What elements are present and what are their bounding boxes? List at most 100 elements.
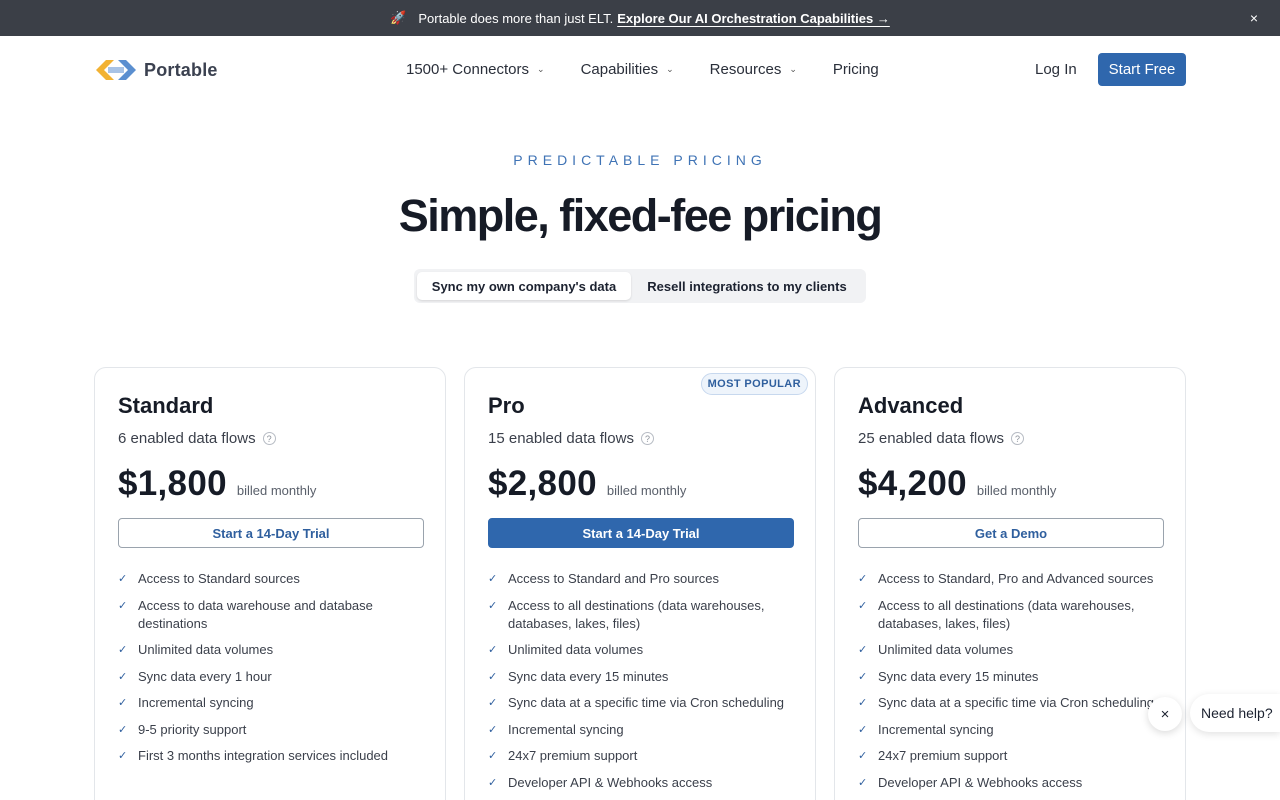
list-item: ✓ Sync data at a specific time via Cron s… xyxy=(488,694,808,712)
flows-label: 25 enabled data flows xyxy=(858,430,1004,447)
billing-period: billed monthly xyxy=(976,483,1057,498)
list-item: ✓ Access to Standard, Pro and Advanced so… xyxy=(858,570,1178,588)
help-icon[interactable]: ? xyxy=(1010,432,1024,445)
toggle-own-data[interactable]: Sync my own company's data xyxy=(417,272,631,300)
list-item: ✓ Access to Standard sources xyxy=(118,570,438,588)
eyebrow-text: PREDICTABLE PRICING xyxy=(513,152,767,168)
list-item: ✓ Sync data every 1 hour xyxy=(118,668,438,686)
check-icon: ✓ xyxy=(118,573,128,585)
check-icon: ✓ xyxy=(858,599,868,612)
list-item: ✓ Unlimited data volumes xyxy=(488,641,808,659)
check-icon: ✓ xyxy=(118,697,128,709)
flows-label: 15 enabled data flows xyxy=(488,430,634,447)
price-amount: $1,800 xyxy=(118,464,227,503)
portable-logo-icon xyxy=(96,60,136,80)
list-item: ✓ Developer API & Webhooks access xyxy=(488,774,808,792)
plan-flows: 6 enabled data flows ? xyxy=(118,430,276,447)
start-trial-button[interactable]: Start a 14-Day Trial xyxy=(488,518,794,548)
top-nav: Portable 1500+ Connectors ⌄ Capabilities… xyxy=(0,36,1280,104)
help-icon[interactable]: ? xyxy=(640,432,654,445)
start-trial-button[interactable]: Start a 14-Day Trial xyxy=(118,518,424,548)
menu-label: Pricing xyxy=(832,61,879,78)
feature-list: ✓ Access to Standard, Pro and Advanced so… xyxy=(858,570,1178,800)
help-icon[interactable]: ? xyxy=(262,432,276,445)
list-item: ✓ 9-5 priority support xyxy=(118,721,438,739)
feature-text: First 3 months integration services incl… xyxy=(138,748,389,763)
logo[interactable]: Portable xyxy=(94,55,218,85)
plan-name: Standard xyxy=(118,393,214,418)
close-icon[interactable]: × xyxy=(1250,10,1258,26)
menu-label: Resources xyxy=(709,61,782,78)
need-help-button[interactable]: Need help? xyxy=(1190,694,1280,732)
list-item: ✓ Developer API & Webhooks access xyxy=(858,774,1178,792)
list-item: ✓ Access to Standard and Pro sources xyxy=(488,570,808,588)
check-icon: ✓ xyxy=(858,644,868,656)
menu-capabilities[interactable]: Capabilities ⌄ xyxy=(581,61,674,78)
announcement-link[interactable]: Explore Our AI Orchestration Capabilitie… xyxy=(617,11,890,26)
feature-text: Developer API & Webhooks access xyxy=(878,774,1083,790)
feature-text: Access to data warehouse and database de… xyxy=(138,597,373,631)
plan-card-advanced: Advanced 25 enabled data flows ? $4,200 … xyxy=(834,367,1186,800)
plan-card-pro: MOST POPULAR Pro 15 enabled data flows ?… xyxy=(464,367,816,800)
menu-connectors[interactable]: 1500+ Connectors ⌄ xyxy=(406,61,545,78)
menu-pricing[interactable]: Pricing xyxy=(833,61,879,78)
list-item: ✓ Unlimited data volumes xyxy=(858,641,1178,659)
list-item: ✓ 24x7 premium support xyxy=(488,747,808,765)
list-item: ✓ Access to all destinations (data wareho… xyxy=(488,597,808,633)
feature-text: Access to Standard, Pro and Advanced sou… xyxy=(878,571,1154,586)
login-link[interactable]: Log In xyxy=(1035,61,1077,78)
plan-price: $4,200 billed monthly xyxy=(858,464,1056,504)
check-icon: ✓ xyxy=(118,644,128,656)
feature-text: Incremental syncing xyxy=(508,721,624,737)
feature-text: 24x7 premium support xyxy=(508,748,638,763)
feature-text: Incremental syncing xyxy=(878,721,994,737)
check-icon: ✓ xyxy=(118,599,128,612)
feature-text: Incremental syncing xyxy=(138,695,254,710)
feature-text: Unlimited data volumes xyxy=(878,642,1014,657)
start-free-button[interactable]: Start Free xyxy=(1098,53,1186,86)
feature-text: Developer API & Webhooks access xyxy=(508,774,713,790)
chevron-down-icon: ⌄ xyxy=(537,64,545,74)
check-icon: ✓ xyxy=(488,573,498,585)
help-widget-close-icon[interactable]: × xyxy=(1148,697,1182,731)
menu-resources[interactable]: Resources ⌄ xyxy=(710,61,797,78)
plan-price: $2,800 billed monthly xyxy=(488,464,686,504)
check-icon: ✓ xyxy=(858,670,868,683)
brand-name: Portable xyxy=(144,59,218,80)
chevron-down-icon: ⌄ xyxy=(789,64,797,74)
feature-text: Sync data every 1 hour xyxy=(138,668,272,684)
check-icon: ✓ xyxy=(488,599,498,612)
plan-flows: 15 enabled data flows ? xyxy=(488,430,654,447)
check-icon: ✓ xyxy=(858,723,868,736)
feature-text: Unlimited data volumes xyxy=(508,642,644,657)
plan-name: Pro xyxy=(488,393,525,418)
get-demo-button[interactable]: Get a Demo xyxy=(858,518,1164,548)
list-item: ✓ Incremental syncing xyxy=(858,721,1178,739)
check-icon: ✓ xyxy=(858,573,868,585)
feature-list: ✓ Access to Standard and Pro sources ✓ Acc… xyxy=(488,570,808,800)
plan-price: $1,800 billed monthly xyxy=(118,464,316,504)
check-icon: ✓ xyxy=(488,644,498,656)
announcement-text: Portable does more than just ELT. xyxy=(418,10,614,26)
toggle-resell[interactable]: Resell integrations to my clients xyxy=(631,272,863,300)
plan-flows: 25 enabled data flows ? xyxy=(858,430,1024,447)
list-item: ✓ Incremental syncing xyxy=(118,694,438,712)
plan-name: Advanced xyxy=(858,393,964,418)
list-item: ✓ Access to all destinations (data wareho… xyxy=(858,597,1178,633)
check-icon: ✓ xyxy=(118,750,128,762)
check-icon: ✓ xyxy=(488,670,498,683)
feature-text: 24x7 premium support xyxy=(878,748,1008,763)
plan-card-standard: Standard 6 enabled data flows ? $1,800 b… xyxy=(94,367,446,800)
price-amount: $4,200 xyxy=(858,464,967,503)
billing-period: billed monthly xyxy=(236,483,317,498)
check-icon: ✓ xyxy=(488,750,498,762)
feature-text: Access to Standard sources xyxy=(138,571,300,586)
list-item: ✓ 24x7 premium support xyxy=(858,747,1178,765)
check-icon: ✓ xyxy=(488,776,498,789)
main-menu: 1500+ Connectors ⌄ Capabilities ⌄ Resour… xyxy=(406,61,879,78)
audience-toggle: Sync my own company's data Resell integr… xyxy=(414,269,866,303)
list-item: ✓ Incremental syncing xyxy=(488,721,808,739)
feature-text: Unlimited data volumes xyxy=(138,642,274,657)
check-icon: ✓ xyxy=(488,697,498,709)
list-item: ✓ Sync data every 15 minutes xyxy=(858,668,1178,686)
